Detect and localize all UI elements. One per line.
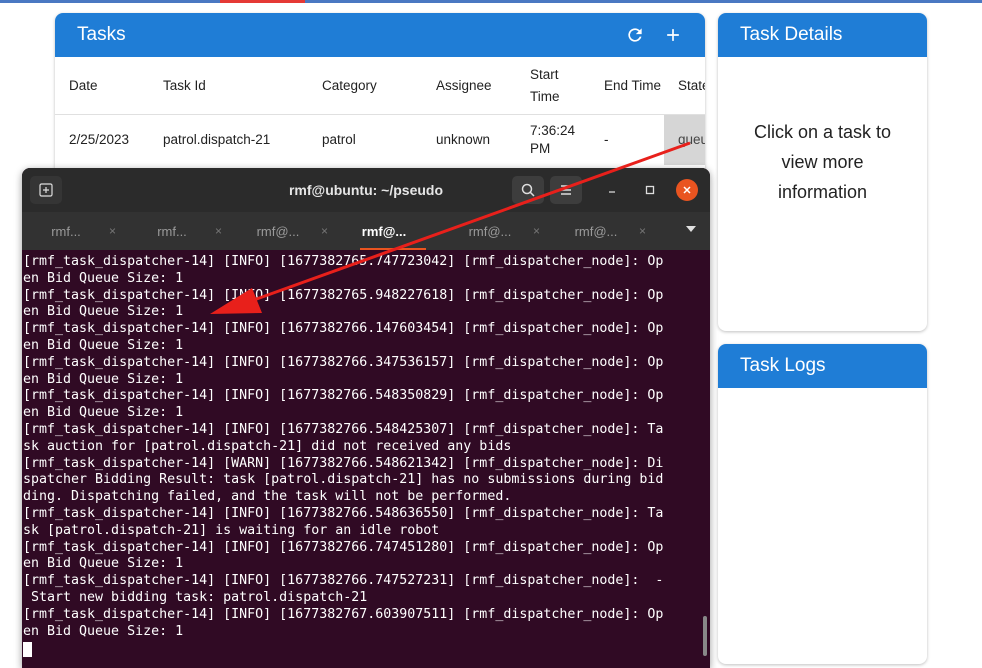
- terminal-line: [rmf_task_dispatcher-14] [WARN] [1677382…: [23, 455, 664, 471]
- terminal-line: sk auction for [patrol.dispatch-21] did …: [23, 438, 512, 454]
- terminal-line: [rmf_task_dispatcher-14] [INFO] [1677382…: [23, 606, 664, 622]
- cell-start-time: 7:36:24 PM: [530, 123, 576, 156]
- terminal-line: sk [patrol.dispatch-21] is waiting for a…: [23, 522, 440, 538]
- table-row[interactable]: 2/25/2023 patrol.dispatch-21 patrol unknown…: [55, 114, 705, 165]
- cell-state: queued: [664, 114, 705, 165]
- terminal-line: [rmf_task_dispatcher-14] [INFO] [1677382…: [23, 321, 664, 337]
- terminal-line: [rmf_task_dispatcher-14] [INFO] [1677382…: [23, 573, 664, 589]
- hamburger-menu-icon: [561, 185, 571, 195]
- terminal-tab-1[interactable]: rmf... ×: [22, 212, 128, 250]
- terminal-tab-bar: rmf... × rmf... × rmf@... × rmf@... rmf@... × rmf…: [22, 212, 710, 250]
- terminal-line: [rmf_task_dispatcher-14] [INFO] [1677382…: [23, 505, 664, 521]
- task-logs-header: Task Logs: [718, 344, 927, 388]
- refresh-icon[interactable]: [625, 25, 645, 45]
- terminal-window[interactable]: rmf@ubuntu: ~/pseudo rmf... × rmf... × rmf@.…: [22, 168, 710, 668]
- terminal-tab-4[interactable]: rmf@...: [340, 212, 446, 250]
- column-header-task-id[interactable]: Task Id: [149, 57, 308, 115]
- search-icon: [521, 183, 535, 197]
- cell-category: patrol: [322, 132, 356, 147]
- tasks-title: Tasks: [77, 24, 126, 45]
- terminal-scrollbar[interactable]: [703, 616, 707, 656]
- maximize-button[interactable]: [639, 179, 661, 201]
- terminal-line: [rmf_task_dispatcher-14] [INFO] [1677382…: [23, 354, 664, 370]
- terminal-tab-6[interactable]: rmf@... ×: [552, 212, 658, 250]
- terminal-line: [rmf_task_dispatcher-14] [INFO] [1677382…: [23, 388, 664, 404]
- add-icon[interactable]: [663, 25, 683, 45]
- task-details-panel: Task Details Click on a task to view mor…: [718, 13, 927, 331]
- terminal-line: [rmf_task_dispatcher-14] [INFO] [1677382…: [23, 539, 664, 555]
- app-top-bar-active-indicator: [220, 0, 305, 3]
- terminal-line: en Bid Queue Size: 1: [23, 304, 184, 320]
- terminal-line: Start new bidding task: patrol.dispatch-…: [23, 589, 368, 605]
- terminal-cursor: [23, 642, 32, 658]
- column-header-category[interactable]: Category: [308, 57, 422, 115]
- terminal-titlebar[interactable]: rmf@ubuntu: ~/pseudo: [22, 168, 710, 212]
- column-header-state[interactable]: State: [664, 57, 705, 115]
- column-header-date[interactable]: Date: [55, 57, 149, 115]
- tab-close-icon[interactable]: ×: [109, 224, 116, 238]
- terminal-line: en Bid Queue Size: 1: [23, 623, 184, 639]
- close-icon: [683, 186, 691, 194]
- terminal-line: spatcher Bidding Result: task [patrol.di…: [23, 472, 664, 488]
- tasks-panel: Tasks Date Task Id Category Assignee Start T…: [55, 13, 705, 183]
- column-header-end-time[interactable]: End Time: [590, 57, 664, 115]
- cell-end-time: -: [604, 132, 609, 147]
- terminal-output[interactable]: [rmf_task_dispatcher-14] [INFO] [1677382…: [22, 250, 696, 668]
- terminal-line: en Bid Queue Size: 1: [23, 337, 184, 353]
- tasks-header: Tasks: [55, 13, 705, 57]
- terminal-line: [rmf_task_dispatcher-14] [INFO] [1677382…: [23, 421, 664, 437]
- task-details-placeholder: Click on a task to view more information: [753, 122, 892, 202]
- chevron-down-icon[interactable]: [686, 226, 696, 232]
- terminal-tab-label: rmf@...: [256, 223, 300, 239]
- column-header-start-time[interactable]: Start Time: [516, 57, 590, 115]
- cell-date: 2/25/2023: [69, 132, 130, 147]
- new-tab-button[interactable]: [30, 176, 62, 204]
- terminal-tab-label: rmf@...: [574, 223, 618, 239]
- terminal-line: [rmf_task_dispatcher-14] [INFO] [1677382…: [23, 287, 664, 303]
- terminal-line: en Bid Queue Size: 1: [23, 556, 184, 572]
- terminal-line: en Bid Queue Size: 1: [23, 270, 184, 286]
- minimize-button[interactable]: [601, 179, 623, 201]
- terminal-tab-label: rmf...: [51, 223, 81, 239]
- terminal-line: en Bid Queue Size: 1: [23, 371, 184, 387]
- tab-close-icon[interactable]: ×: [533, 224, 540, 238]
- terminal-tab-5[interactable]: rmf@... ×: [446, 212, 552, 250]
- app-top-bar: [0, 0, 982, 3]
- terminal-tab-label: rmf@...: [361, 223, 407, 239]
- maximize-icon: [645, 185, 655, 195]
- terminal-tab-label: rmf@...: [468, 223, 512, 239]
- minimize-icon: [609, 191, 615, 193]
- tab-close-icon[interactable]: ×: [215, 224, 222, 238]
- terminal-search-button[interactable]: [512, 176, 544, 204]
- task-details-header: Task Details: [718, 13, 927, 57]
- terminal-tab-2[interactable]: rmf... ×: [128, 212, 234, 250]
- tasks-table-header-row: Date Task Id Category Assignee Start Time End…: [55, 57, 705, 115]
- cell-assignee: unknown: [436, 132, 491, 147]
- task-logs-panel: Task Logs: [718, 344, 927, 664]
- terminal-menu-button[interactable]: [550, 176, 582, 204]
- tasks-table: Date Task Id Category Assignee Start Time End…: [55, 57, 705, 165]
- new-tab-icon: [39, 183, 53, 197]
- cell-task-id: patrol.dispatch-21: [163, 132, 271, 147]
- column-header-assignee[interactable]: Assignee: [422, 57, 516, 115]
- terminal-line: en Bid Queue Size: 1: [23, 405, 184, 421]
- task-details-title: Task Details: [740, 24, 843, 45]
- terminal-line: ding. Dispatching failed, and the task w…: [23, 489, 512, 505]
- tab-close-icon[interactable]: ×: [639, 224, 646, 238]
- terminal-tab-3[interactable]: rmf@... ×: [234, 212, 340, 250]
- close-button[interactable]: [676, 179, 698, 201]
- task-logs-title: Task Logs: [740, 355, 826, 376]
- terminal-line: [rmf_task_dispatcher-14] [INFO] [1677382…: [23, 254, 664, 269]
- terminal-tab-label: rmf...: [157, 223, 187, 239]
- tab-close-icon[interactable]: ×: [321, 224, 328, 238]
